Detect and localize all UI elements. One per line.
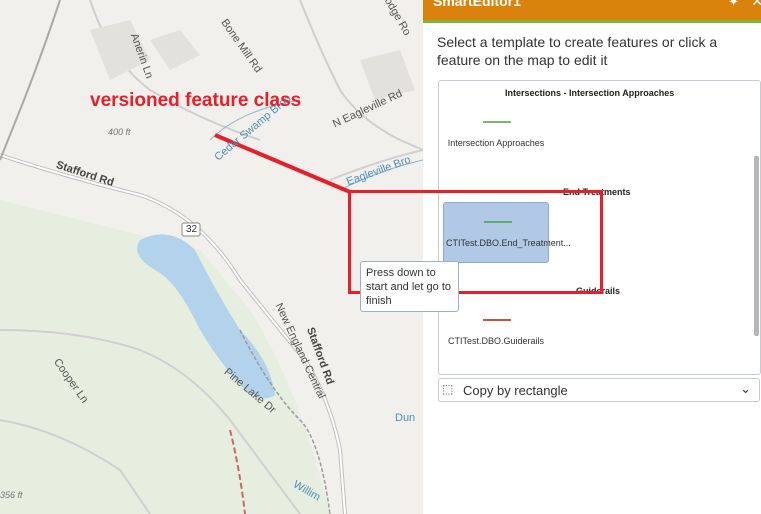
template-label: Intersection Approaches (447, 138, 545, 148)
pin-icon[interactable]: ✦ (728, 0, 739, 10)
selection-tool-dropdown[interactable]: ⬚ Copy by rectangle ⌄ (438, 378, 760, 402)
template-scrollbar[interactable] (754, 156, 759, 336)
annotation-versioned-feature-class: versioned feature class (90, 90, 302, 111)
selection-tool-value: Copy by rectangle (463, 383, 568, 398)
draw-tooltip: Press down to start and let go to finish (360, 261, 459, 312)
chevron-down-icon: ⌄ (740, 381, 751, 396)
template-label: CTITest.DBO.Guiderails (447, 336, 545, 346)
map-label-elev-400: 400 ft (108, 127, 131, 137)
map-label-dun: Dun (395, 412, 416, 424)
template-guiderails[interactable]: CTITest.DBO.Guiderails (443, 301, 549, 362)
line-symbol-icon (483, 319, 511, 321)
panel-header: SmartEditor1 ✦ ✕ (423, 0, 761, 23)
panel-instructions: Select a template to create features or … (437, 34, 718, 68)
map-label-elev-356: 356 ft (0, 490, 23, 500)
panel-title: SmartEditor1 (433, 0, 521, 9)
close-icon[interactable]: ✕ (751, 0, 761, 10)
select-rectangle-icon: ⬚ (442, 382, 454, 396)
template-intersection-approaches[interactable]: Intersection Approaches (443, 103, 549, 164)
line-symbol-icon (483, 121, 511, 123)
route-32-shield: 32 (186, 224, 198, 235)
group-title-intersections: Intersections - Intersection Approaches (505, 88, 675, 98)
